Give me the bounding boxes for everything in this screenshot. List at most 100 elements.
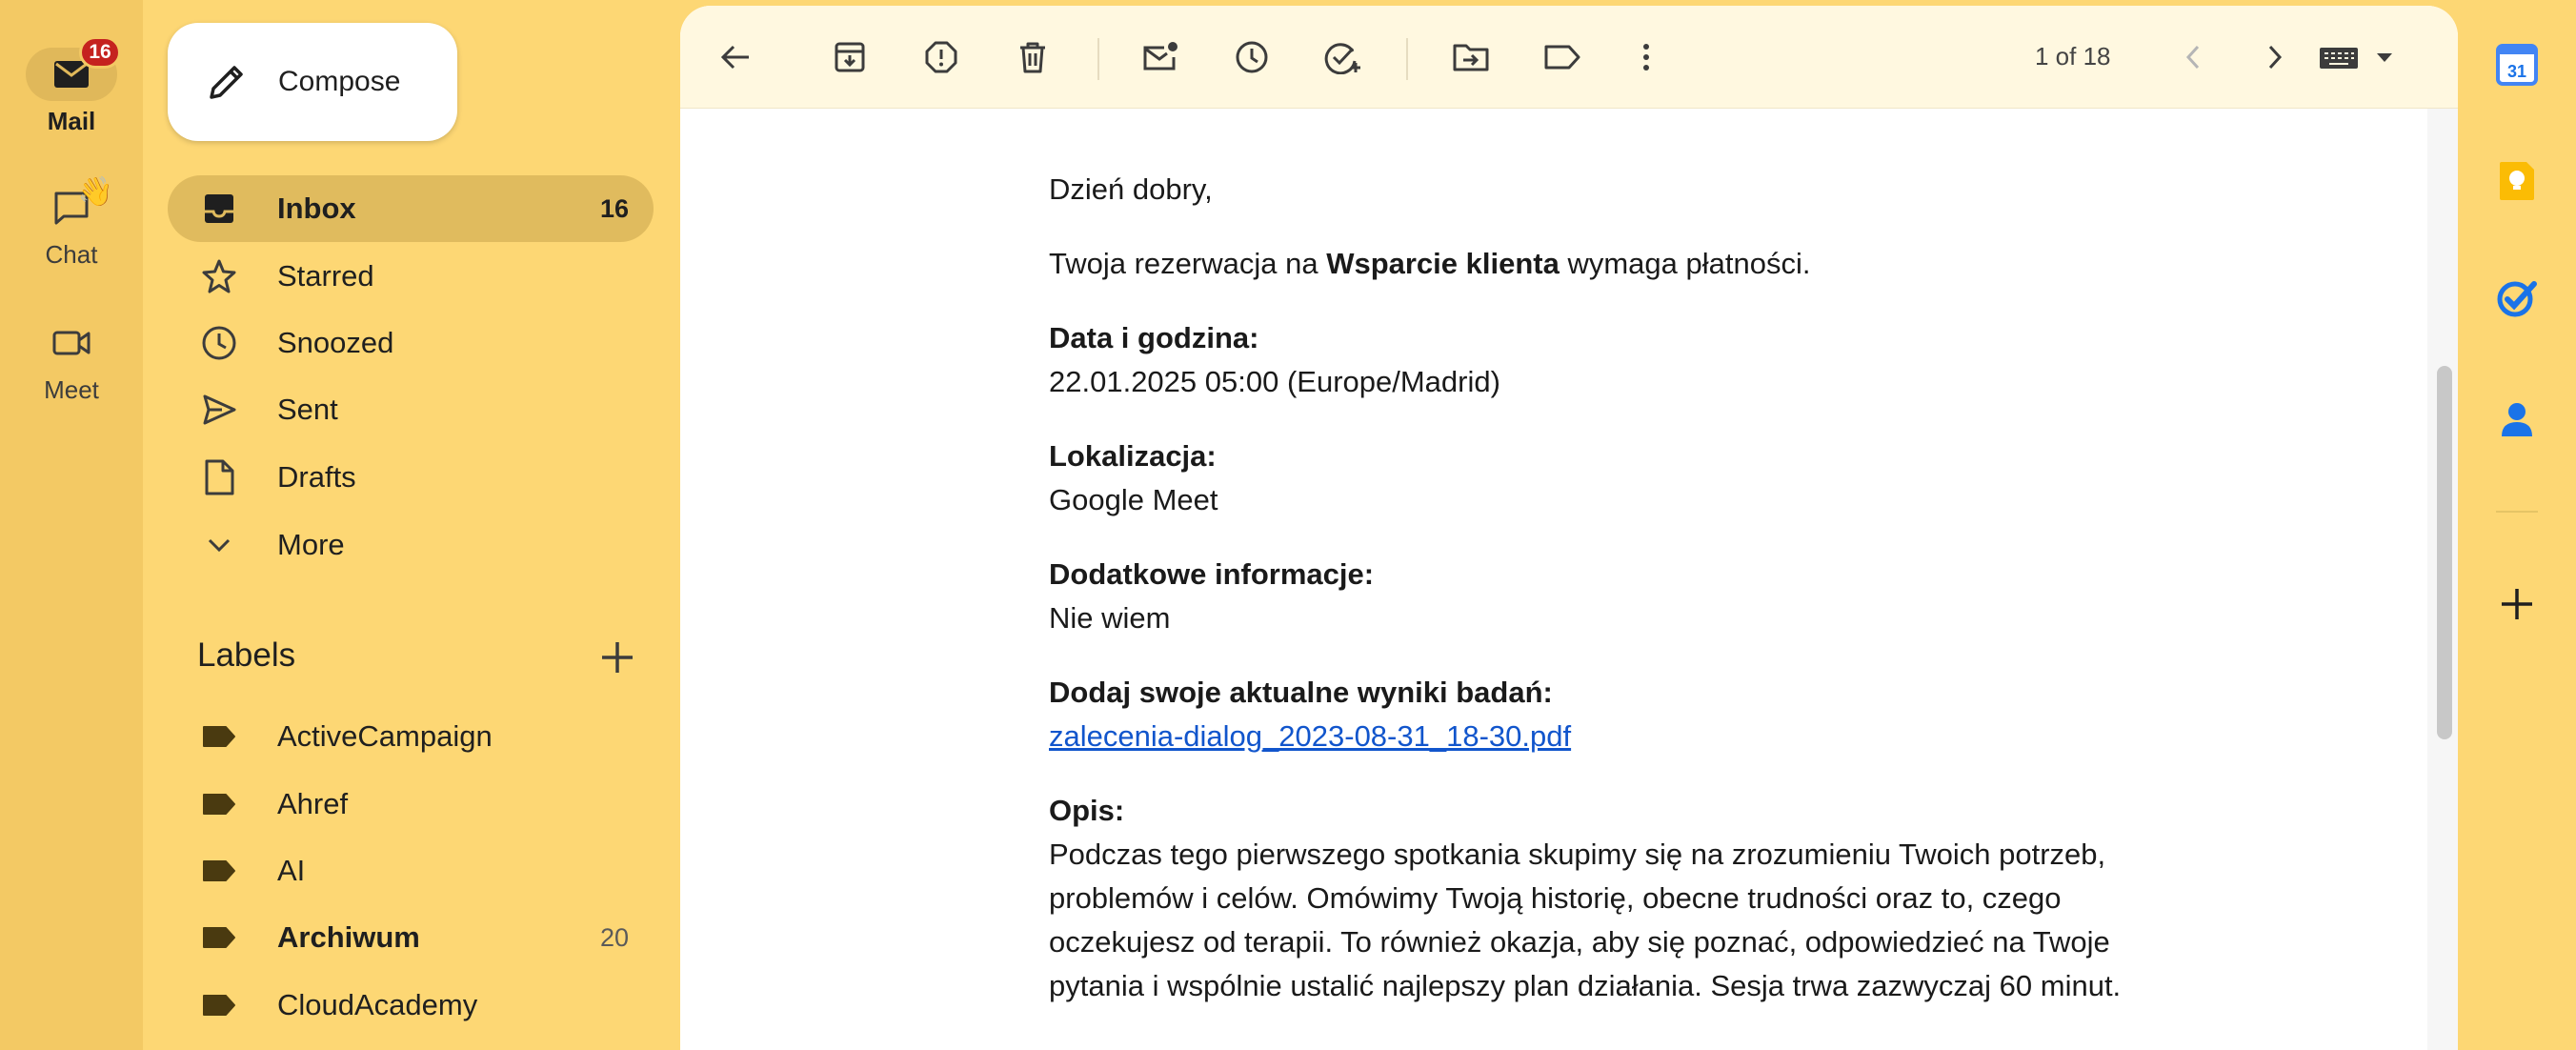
meet-icon-wrap[interactable] xyxy=(26,316,117,370)
video-camera-icon xyxy=(52,331,91,355)
archive-button[interactable] xyxy=(827,34,873,80)
label-name: ActiveCampaign xyxy=(277,719,493,753)
rail-mail[interactable]: 16 Mail xyxy=(0,36,143,136)
report-spam-button[interactable] xyxy=(918,34,964,80)
results-label: Dodaj swoje aktualne wyniki badań: xyxy=(1049,676,1553,709)
contacts-app-button[interactable] xyxy=(2488,391,2546,448)
label-count: 20 xyxy=(599,922,629,952)
app-rail: 16 Mail 👋 Chat Meet xyxy=(0,0,143,1050)
keep-app-button[interactable] xyxy=(2488,152,2546,210)
rail-meet[interactable]: Meet xyxy=(0,316,143,405)
keep-icon xyxy=(2500,162,2534,200)
rail-meet-label: Meet xyxy=(44,375,99,404)
nav-sent[interactable]: Sent xyxy=(168,376,654,443)
wave-emoji-icon: 👋 xyxy=(77,175,113,209)
attachment-link[interactable]: zalecenia-dialog_2023-08-31_18-30.pdf xyxy=(1049,719,1571,753)
label-name: Archiwum xyxy=(277,920,420,954)
email-location-section: Lokalizacja: Google Meet xyxy=(1049,434,2173,522)
description-label: Opis: xyxy=(1049,794,1125,827)
nav-inbox-label: Inbox xyxy=(277,192,356,225)
email-extra-section: Dodatkowe informacje: Nie wiem xyxy=(1049,553,2173,640)
message-panel: 1 of 18 Dzień dobry, Twoja rezerwacja na… xyxy=(680,6,2458,1050)
mark-unread-icon xyxy=(1143,42,1177,71)
email-body: Dzień dobry, Twoja rezerwacja na Wsparci… xyxy=(1049,168,2173,1039)
service-name: Wsparcie klienta xyxy=(1326,247,1560,280)
chevron-down-icon xyxy=(200,526,238,564)
location-label: Lokalizacja: xyxy=(1049,439,1217,473)
add-label-icon[interactable] xyxy=(596,636,638,678)
compose-label: Compose xyxy=(278,66,401,97)
nav-starred[interactable]: Starred xyxy=(168,243,654,310)
message-toolbar: 1 of 18 xyxy=(680,6,2458,109)
compose-button[interactable]: Compose xyxy=(168,23,457,141)
calendar-icon: 31 xyxy=(2496,44,2538,86)
nav-more-label: More xyxy=(277,528,345,561)
labels-button[interactable] xyxy=(1540,34,1585,80)
label-tag-icon xyxy=(200,852,238,890)
add-to-tasks-button[interactable] xyxy=(1320,34,1366,80)
clock-icon xyxy=(1236,41,1268,73)
label-item[interactable]: Archiwum 20 xyxy=(168,904,654,971)
move-to-folder-icon xyxy=(1453,44,1489,71)
mail-unread-badge: 16 xyxy=(79,36,121,69)
description-line: Podczas tego pierwszego spotkania skupim… xyxy=(1049,838,2106,871)
nav-sent-label: Sent xyxy=(277,393,338,426)
star-icon xyxy=(200,257,238,295)
nav-snoozed-label: Snoozed xyxy=(277,326,394,359)
more-options-button[interactable] xyxy=(1623,34,1669,80)
side-panel-divider xyxy=(2496,511,2538,513)
back-button[interactable] xyxy=(713,34,758,80)
date-value: 22.01.2025 05:00 (Europe/Madrid) xyxy=(1049,365,1500,398)
mark-unread-button[interactable] xyxy=(1137,34,1183,80)
add-task-icon xyxy=(1324,43,1360,74)
label-item[interactable]: ActiveCampaign xyxy=(168,703,654,770)
calendar-day: 31 xyxy=(2507,62,2526,81)
label-item[interactable]: AI xyxy=(168,838,654,904)
move-to-button[interactable] xyxy=(1448,34,1494,80)
chevron-left-icon xyxy=(2185,45,2200,70)
rail-chat[interactable]: 👋 Chat xyxy=(0,175,143,270)
inbox-icon xyxy=(200,190,238,228)
nav-snoozed[interactable]: Snoozed xyxy=(168,310,654,376)
nav-drafts-label: Drafts xyxy=(277,460,356,494)
label-item[interactable]: CloudAcademy xyxy=(168,972,654,1039)
input-tools-button[interactable] xyxy=(2305,34,2410,80)
chat-icon-wrap[interactable]: 👋 xyxy=(26,175,117,234)
email-intro: Twoja rezerwacja na Wsparcie klienta wym… xyxy=(1049,247,1811,280)
calendar-app-button[interactable]: 31 xyxy=(2488,36,2546,93)
label-tag-icon xyxy=(200,919,238,957)
older-button[interactable] xyxy=(2252,34,2298,80)
mail-icon-wrap[interactable]: 16 xyxy=(26,36,121,101)
snooze-button[interactable] xyxy=(1229,34,1275,80)
toolbar-divider xyxy=(1097,38,1099,80)
toolbar-divider xyxy=(1406,38,1408,80)
rail-chat-label: Chat xyxy=(45,240,98,269)
label-tag-icon xyxy=(200,986,238,1024)
pencil-icon xyxy=(210,66,243,99)
contacts-icon xyxy=(2502,403,2532,436)
pager-text: 1 of 18 xyxy=(2035,42,2111,71)
label-name: CloudAcademy xyxy=(277,988,478,1021)
delete-button[interactable] xyxy=(1010,34,1056,80)
description-line: problemów i celów. Omówimy Twoją histori… xyxy=(1049,881,2062,915)
rail-mail-label: Mail xyxy=(47,107,96,135)
email-greeting: Dzień dobry, xyxy=(1049,172,1213,206)
arrow-left-icon xyxy=(720,45,749,70)
nav-more[interactable]: More xyxy=(168,512,654,578)
scrollbar[interactable] xyxy=(2427,109,2458,1050)
email-results-section: Dodaj swoje aktualne wyniki badań: zalec… xyxy=(1049,671,2173,758)
newer-button[interactable] xyxy=(2170,34,2216,80)
scrollbar-thumb[interactable] xyxy=(2437,366,2452,739)
nav-drafts[interactable]: Drafts xyxy=(168,444,654,511)
plus-icon xyxy=(2502,589,2532,619)
nav-inbox[interactable]: Inbox 16 xyxy=(168,175,654,242)
tasks-icon xyxy=(2497,281,2537,317)
archive-icon xyxy=(835,42,865,72)
label-item[interactable]: Ahref xyxy=(168,771,654,838)
get-addons-button[interactable] xyxy=(2488,575,2546,633)
trash-icon xyxy=(1020,42,1045,73)
email-description-section: Opis: Podczas tego pierwszego spotkania … xyxy=(1049,789,2173,1008)
tasks-app-button[interactable] xyxy=(2488,269,2546,326)
more-vert-icon xyxy=(1643,44,1649,71)
label-tag-icon xyxy=(200,785,238,823)
